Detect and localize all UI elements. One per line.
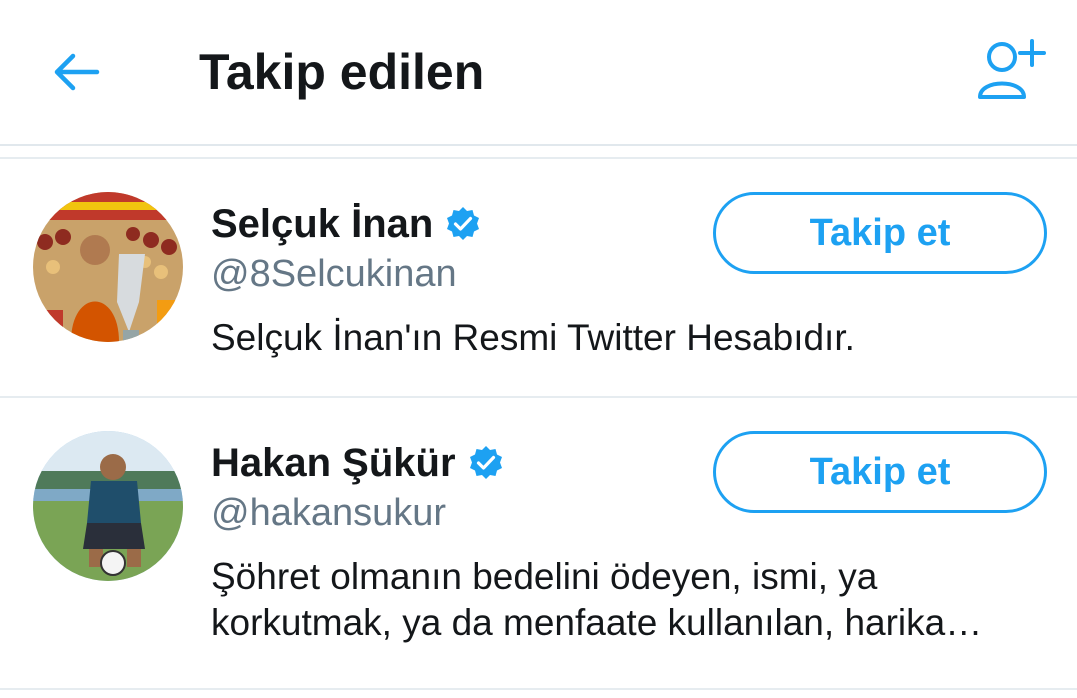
avatar[interactable] — [33, 431, 183, 581]
user-row[interactable]: Selçuk İnan @8Selcukinan Selçuk İnan'ın … — [0, 159, 1077, 398]
name-line: Hakan Şükür — [211, 438, 504, 488]
display-name: Hakan Şükür — [211, 441, 456, 485]
add-user-icon — [978, 39, 1046, 99]
follow-button[interactable]: Takip et — [713, 192, 1047, 274]
user-handle: @hakansukur — [211, 492, 447, 534]
back-button[interactable] — [44, 42, 108, 102]
name-line: Selçuk İnan — [211, 199, 481, 249]
avatar[interactable] — [33, 192, 183, 342]
user-bio: Şöhret olmanın bedelini ödeyen, ismi, ya… — [211, 556, 983, 643]
verified-badge-icon — [469, 446, 502, 479]
add-user-button[interactable] — [970, 30, 1054, 106]
user-row[interactable]: Hakan Şükür @hakansukur Şöhret olmanın b… — [0, 398, 1077, 690]
verified-badge-icon — [447, 207, 480, 240]
user-handle: @8Selcukinan — [211, 253, 457, 295]
follow-button[interactable]: Takip et — [713, 431, 1047, 513]
top-bar: Takip edilen — [0, 0, 1077, 146]
user-bio: Selçuk İnan'ın Resmi Twitter Hesabıdır. — [211, 317, 855, 358]
display-name: Selçuk İnan — [211, 202, 434, 246]
page-title: Takip edilen — [199, 44, 485, 100]
arrow-left-icon — [54, 53, 100, 91]
